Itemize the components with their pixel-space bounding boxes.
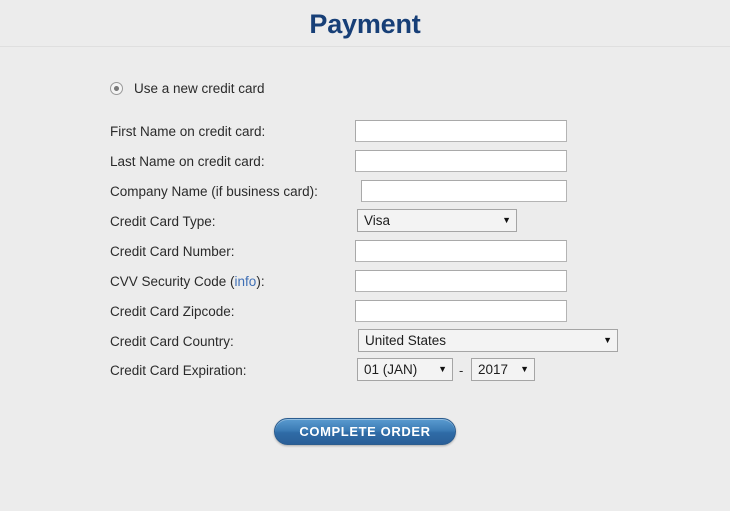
expiration-year-select[interactable]: 2017 ▼ bbox=[471, 358, 535, 381]
expiration-month-select[interactable]: 01 (JAN) ▼ bbox=[357, 358, 453, 381]
expiration-year-value: 2017 bbox=[478, 362, 509, 377]
page-header: Payment bbox=[0, 0, 730, 47]
country-value: United States bbox=[365, 333, 447, 348]
cvv-label-after: ): bbox=[256, 274, 265, 289]
field-row-company-name: Company Name (if business card): bbox=[0, 180, 730, 212]
page-title: Payment bbox=[309, 9, 421, 39]
card-type-value: Visa bbox=[364, 213, 391, 228]
field-row-cvv: CVV Security Code (info): bbox=[0, 270, 730, 302]
expiration-label: Credit Card Expiration: bbox=[110, 363, 247, 378]
field-row-first-name: First Name on credit card: bbox=[0, 120, 730, 152]
radio-selected-icon[interactable] bbox=[110, 82, 123, 95]
field-row-expiration: Credit Card Expiration: 01 (JAN) ▼ - 201… bbox=[0, 358, 730, 391]
payment-option-new-card[interactable]: Use a new credit card bbox=[110, 81, 265, 96]
last-name-input[interactable] bbox=[355, 150, 567, 172]
payment-form: Use a new credit card First Name on cred… bbox=[0, 48, 730, 511]
card-number-input[interactable] bbox=[355, 240, 567, 262]
field-row-zipcode: Credit Card Zipcode: bbox=[0, 300, 730, 332]
complete-order-button[interactable]: COMPLETE ORDER bbox=[274, 418, 456, 445]
field-row-card-number: Credit Card Number: bbox=[0, 240, 730, 272]
last-name-label: Last Name on credit card: bbox=[110, 154, 265, 169]
chevron-down-icon: ▼ bbox=[438, 364, 447, 374]
company-name-input[interactable] bbox=[361, 180, 567, 202]
cvv-label-before: CVV Security Code ( bbox=[110, 274, 235, 289]
expiration-month-value: 01 (JAN) bbox=[364, 362, 418, 377]
cvv-input[interactable] bbox=[355, 270, 567, 292]
field-row-last-name: Last Name on credit card: bbox=[0, 150, 730, 182]
card-type-label: Credit Card Type: bbox=[110, 214, 216, 229]
payment-page: Payment Use a new credit card First Name… bbox=[0, 0, 730, 511]
zipcode-label: Credit Card Zipcode: bbox=[110, 304, 235, 319]
field-row-card-type: Credit Card Type: Visa ▼ bbox=[0, 209, 730, 242]
chevron-down-icon: ▼ bbox=[520, 364, 529, 374]
first-name-input[interactable] bbox=[355, 120, 567, 142]
cvv-info-link[interactable]: info bbox=[235, 274, 257, 289]
country-label: Credit Card Country: bbox=[110, 334, 234, 349]
first-name-label: First Name on credit card: bbox=[110, 124, 266, 139]
chevron-down-icon: ▼ bbox=[603, 335, 612, 345]
country-select[interactable]: United States ▼ bbox=[358, 329, 618, 352]
submit-area: COMPLETE ORDER bbox=[0, 418, 730, 445]
card-number-label: Credit Card Number: bbox=[110, 244, 235, 259]
payment-option-label: Use a new credit card bbox=[134, 81, 265, 96]
card-type-select[interactable]: Visa ▼ bbox=[357, 209, 517, 232]
chevron-down-icon: ▼ bbox=[502, 215, 511, 225]
cvv-label: CVV Security Code (info): bbox=[110, 272, 265, 292]
expiration-separator: - bbox=[459, 363, 464, 378]
company-name-label: Company Name (if business card): bbox=[110, 184, 318, 199]
zipcode-input[interactable] bbox=[355, 300, 567, 322]
